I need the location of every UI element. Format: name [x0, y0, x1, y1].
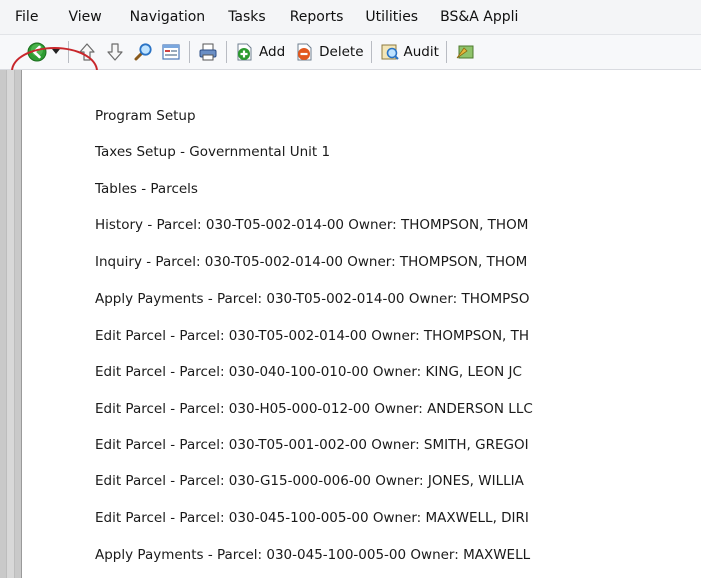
back-button[interactable]	[26, 39, 48, 65]
down-arrow-icon	[104, 41, 126, 63]
add-label: Add	[259, 44, 286, 60]
menu-navigation[interactable]: Navigation	[130, 9, 206, 25]
menu-utilities[interactable]: Utilities	[365, 9, 418, 25]
left-panel-strip-inner	[6, 70, 15, 578]
back-history-dropdown[interactable]	[50, 39, 62, 65]
history-item[interactable]: Apply Payments - Parcel: 030-045-100-005…	[95, 545, 530, 565]
history-item[interactable]: Taxes Setup - Governmental Unit 1	[95, 142, 330, 162]
delete-label: Delete	[319, 44, 364, 60]
dropdown-arrow-icon	[50, 41, 62, 63]
history-item[interactable]: Edit Parcel - Parcel: 030-T05-002-014-00…	[95, 326, 529, 346]
form-icon	[160, 41, 182, 63]
menu-reports[interactable]: Reports	[290, 9, 344, 25]
history-item[interactable]: History - Parcel: 030-T05-002-014-00 Own…	[95, 215, 528, 235]
add-icon	[234, 41, 256, 63]
back-arrow-icon	[26, 41, 48, 63]
menu-tasks[interactable]: Tasks	[228, 9, 266, 25]
delete-button[interactable]: Delete	[294, 39, 364, 65]
print-icon	[197, 41, 219, 63]
history-item[interactable]: Inquiry - Parcel: 030-T05-002-014-00 Own…	[95, 252, 527, 272]
history-item[interactable]: Edit Parcel - Parcel: 030-T05-001-002-00…	[95, 435, 529, 455]
menu-bar: File View Navigation Tasks Reports Utili…	[0, 0, 701, 35]
menu-view[interactable]: View	[68, 9, 101, 25]
toolbar-separator	[445, 41, 447, 63]
tools-button[interactable]	[454, 39, 476, 65]
print-button[interactable]	[197, 39, 219, 65]
history-item[interactable]: Edit Parcel - Parcel: 030-045-100-005-00…	[95, 508, 529, 528]
back-history-dropdown-menu: Program Setup Taxes Setup - Governmental…	[22, 70, 701, 578]
search-button[interactable]	[132, 39, 154, 65]
up-arrow-icon	[76, 41, 98, 63]
history-item[interactable]: Edit Parcel - Parcel: 030-040-100-010-00…	[95, 362, 522, 382]
audit-button[interactable]: Audit	[379, 39, 439, 65]
audit-label: Audit	[403, 44, 439, 60]
menu-bsa-applications[interactable]: BS&A Appli	[440, 9, 518, 25]
history-item[interactable]: Edit Parcel - Parcel: 030-H05-000-012-00…	[95, 399, 533, 419]
delete-icon	[294, 41, 316, 63]
toolbar-separator	[370, 41, 372, 63]
history-item[interactable]: Program Setup	[95, 106, 196, 126]
search-icon	[132, 41, 154, 63]
previous-record-button[interactable]	[76, 39, 98, 65]
toolbar-separator	[226, 41, 227, 63]
form-button[interactable]	[160, 39, 182, 65]
menu-file[interactable]: File	[15, 9, 38, 25]
history-item[interactable]: Edit Parcel - Parcel: 030-G15-000-006-00…	[95, 471, 524, 491]
add-button[interactable]: Add	[234, 39, 285, 65]
toolbar-separator	[189, 41, 190, 63]
toolbar: Add Delete Audit	[0, 35, 701, 70]
audit-icon	[379, 41, 401, 63]
history-item[interactable]: Tables - Parcels	[95, 179, 198, 199]
tools-icon	[454, 41, 476, 63]
history-item[interactable]: Apply Payments - Parcel: 030-T05-002-014…	[95, 289, 530, 309]
toolbar-separator	[68, 41, 69, 63]
next-record-button[interactable]	[104, 39, 126, 65]
